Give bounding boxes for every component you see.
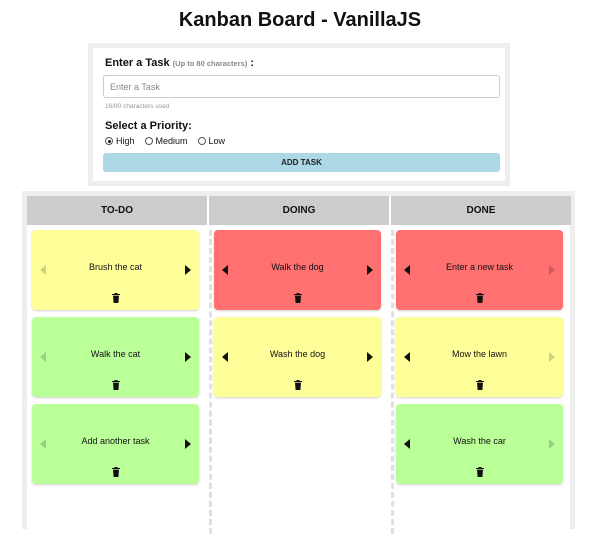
priority-label: Select a Priority: — [105, 120, 192, 132]
priority-medium-label: Medium — [155, 136, 188, 146]
trash-icon[interactable] — [476, 380, 484, 390]
move-right-icon — [549, 439, 555, 449]
task-input[interactable] — [103, 75, 500, 98]
task-card-text: Wash the car — [453, 436, 506, 446]
trash-icon[interactable] — [112, 380, 120, 390]
move-right-icon[interactable] — [185, 265, 191, 275]
move-right-icon[interactable] — [185, 439, 191, 449]
task-card: Walk the dog — [214, 230, 381, 310]
task-card-text: Add another task — [81, 436, 150, 446]
task-label-text: Enter a Task — [105, 57, 170, 69]
char-counter: 16/80 characters used — [105, 103, 170, 110]
move-left-icon[interactable] — [404, 265, 410, 275]
task-form: Enter a Task (Up to 80 characters) : 16/… — [88, 43, 510, 186]
column-header-doing: DOING — [209, 196, 389, 225]
add-task-button[interactable]: ADD TASK — [103, 153, 500, 172]
trash-icon[interactable] — [112, 293, 120, 303]
move-right-icon — [549, 265, 555, 275]
task-card: Wash the dog — [214, 317, 381, 397]
kanban-board: TO-DO Brush the cat Walk the cat Add ano… — [22, 191, 575, 534]
priority-low-radio[interactable] — [197, 137, 206, 145]
move-left-icon[interactable] — [404, 439, 410, 449]
trash-icon[interactable] — [476, 293, 484, 303]
move-right-icon — [549, 352, 555, 362]
move-left-icon[interactable] — [404, 352, 410, 362]
task-card: Mow the lawn — [396, 317, 563, 397]
column-done: DONE Enter a new task Mow the lawn Wash … — [391, 196, 571, 534]
priority-medium-option[interactable]: Medium — [144, 136, 188, 146]
move-left-icon — [40, 265, 46, 275]
task-card: Add another task — [32, 404, 199, 484]
trash-icon[interactable] — [476, 467, 484, 477]
task-card-text: Mow the lawn — [451, 349, 508, 359]
task-card: Wash the car — [396, 404, 563, 484]
page-title: Kanban Board - VanillaJS — [178, 9, 422, 31]
priority-high-option[interactable]: High — [105, 136, 135, 146]
priority-low-label: Low — [208, 136, 226, 146]
task-card-text: Walk the dog — [271, 262, 324, 272]
task-hint: (Up to 80 characters) — [172, 59, 248, 68]
priority-low-option[interactable]: Low — [197, 136, 226, 146]
priority-medium-radio[interactable] — [144, 137, 153, 145]
task-card: Brush the cat — [32, 230, 199, 310]
task-card: Walk the cat — [32, 317, 199, 397]
task-card-text: Wash the dog — [269, 349, 326, 359]
move-left-icon — [40, 439, 46, 449]
priority-high-label: High — [116, 136, 135, 146]
move-right-icon[interactable] — [367, 352, 373, 362]
trash-icon[interactable] — [294, 380, 302, 390]
task-card-text: Enter a new task — [445, 262, 514, 272]
task-card: Enter a new task — [396, 230, 563, 310]
column-doing: DOING Walk the dog Wash the dog — [209, 196, 389, 534]
column-header-todo: TO-DO — [27, 196, 207, 225]
task-card-text: Walk the cat — [90, 349, 141, 359]
priority-options: High Medium Low — [105, 136, 495, 146]
move-right-icon[interactable] — [185, 352, 191, 362]
task-label-colon: : — [250, 57, 255, 69]
trash-icon[interactable] — [112, 467, 120, 477]
task-label: Enter a Task (Up to 80 characters) : — [105, 57, 495, 69]
task-card-text: Brush the cat — [88, 262, 143, 272]
column-todo: TO-DO Brush the cat Walk the cat Add ano… — [27, 196, 207, 534]
move-left-icon — [40, 352, 46, 362]
move-right-icon[interactable] — [367, 265, 373, 275]
column-header-done: DONE — [391, 196, 571, 225]
move-left-icon[interactable] — [222, 265, 228, 275]
priority-high-radio[interactable] — [105, 137, 113, 145]
move-left-icon[interactable] — [222, 352, 228, 362]
trash-icon[interactable] — [294, 293, 302, 303]
